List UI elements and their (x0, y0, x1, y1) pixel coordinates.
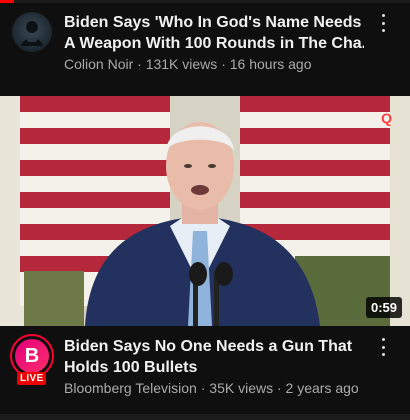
channel-avatar[interactable] (12, 12, 52, 52)
bloomberg-logo-icon: B (15, 339, 49, 373)
channel-name[interactable]: Colion Noir (64, 56, 133, 72)
video-title-line-2: Holds 100 Bullets (64, 359, 198, 376)
video-meta: Bloomberg Television · 35K views · 2 yea… (64, 380, 384, 396)
video-title-line-1: Biden Says 'Who In God's Name Needs (64, 14, 362, 31)
meta-separator: · (276, 380, 282, 396)
top-progress-sliver (0, 0, 410, 3)
duration-badge: 0:59 (365, 297, 402, 318)
channel-name[interactable]: Bloomberg Television (64, 380, 197, 396)
silhouette-avatar-icon (21, 21, 43, 46)
more-options-icon[interactable] (376, 336, 390, 358)
channel-watermark: Q (381, 110, 392, 126)
upload-age: 2 years ago (285, 380, 359, 396)
upload-age: 16 hours ago (229, 56, 312, 72)
video-item-bloomberg[interactable]: B LIVE Biden Says No One Needs a Gun Tha… (0, 328, 410, 416)
meta-separator: · (137, 56, 142, 72)
video-title[interactable]: Biden Says No One Needs a Gun That Holds… (64, 336, 364, 378)
video-title[interactable]: Biden Says 'Who In God's Name Needs A We… (64, 12, 364, 54)
video-title-line-1: Biden Says No One Needs a Gun That (64, 338, 353, 355)
thumbnail-image (0, 96, 410, 326)
video-item-colion-noir[interactable]: Biden Says 'Who In God's Name Needs A We… (0, 4, 410, 92)
video-meta: Colion Noir · 131K views · 16 hours ago (64, 56, 384, 72)
next-item-edge (0, 414, 410, 420)
video-thumbnail[interactable]: Q 0:59 (0, 96, 410, 326)
view-count: 131K views (145, 56, 218, 72)
live-badge: LIVE (17, 372, 47, 385)
video-title-line-2: A Weapon With 100 Rounds in The Cha... (64, 35, 364, 52)
view-count: 35K views (209, 380, 274, 396)
more-options-icon[interactable] (376, 12, 390, 34)
meta-separator: · (221, 56, 226, 72)
meta-separator: · (200, 380, 206, 396)
